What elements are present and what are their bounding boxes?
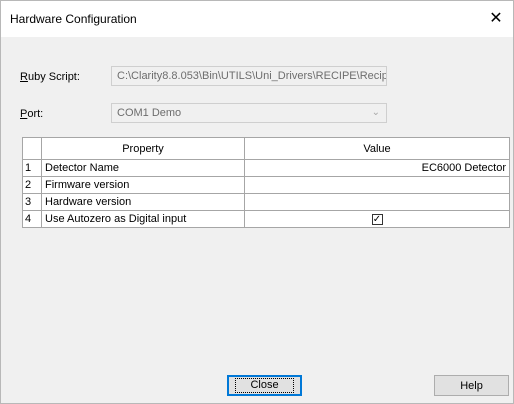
row-number: 3 [22, 193, 42, 211]
value-cell[interactable] [244, 176, 510, 194]
table-row: 3 Hardware version [22, 193, 510, 211]
property-table: Property Value 1 Detector Name EC6000 De… [22, 137, 510, 228]
property-cell: Firmware version [41, 176, 245, 194]
property-cell: Detector Name [41, 159, 245, 177]
hardware-configuration-dialog: Hardware Configuration ✕ Ruby Script: C:… [0, 0, 514, 404]
value-cell[interactable]: EC6000 Detector [244, 159, 510, 177]
close-icon[interactable]: ✕ [485, 7, 507, 29]
table-row: 1 Detector Name EC6000 Detector [22, 159, 510, 177]
help-button[interactable]: Help [434, 375, 509, 396]
dialog-title: Hardware Configuration [10, 12, 137, 26]
value-cell[interactable] [244, 193, 510, 211]
value-cell: ✓ [244, 210, 510, 228]
ruby-script-field[interactable]: C:\Clarity8.8.053\Bin\UTILS\Uni_Drivers\… [111, 66, 387, 86]
property-cell: Hardware version [41, 193, 245, 211]
table-header-row: Property Value [22, 137, 510, 160]
property-column-header: Property [41, 137, 245, 160]
port-selected-value: COM1 Demo [117, 107, 182, 119]
port-label: Port: [20, 108, 44, 120]
chevron-down-icon: ⌄ [371, 107, 380, 118]
table-row: 2 Firmware version [22, 176, 510, 194]
title-bar: Hardware Configuration ✕ [1, 1, 513, 37]
table-row: 4 Use Autozero as Digital input ✓ [22, 210, 510, 228]
autozero-checkbox[interactable]: ✓ [371, 213, 383, 225]
row-number: 2 [22, 176, 42, 194]
close-button[interactable]: Close [227, 375, 302, 396]
row-number-header [22, 137, 42, 160]
ruby-script-label: Ruby Script: [20, 71, 80, 83]
value-column-header: Value [244, 137, 510, 160]
property-cell: Use Autozero as Digital input [41, 210, 245, 228]
row-number: 1 [22, 159, 42, 177]
port-select[interactable]: COM1 Demo ⌄ [111, 103, 387, 123]
row-number: 4 [22, 210, 42, 228]
close-button-label: Close [235, 378, 294, 393]
